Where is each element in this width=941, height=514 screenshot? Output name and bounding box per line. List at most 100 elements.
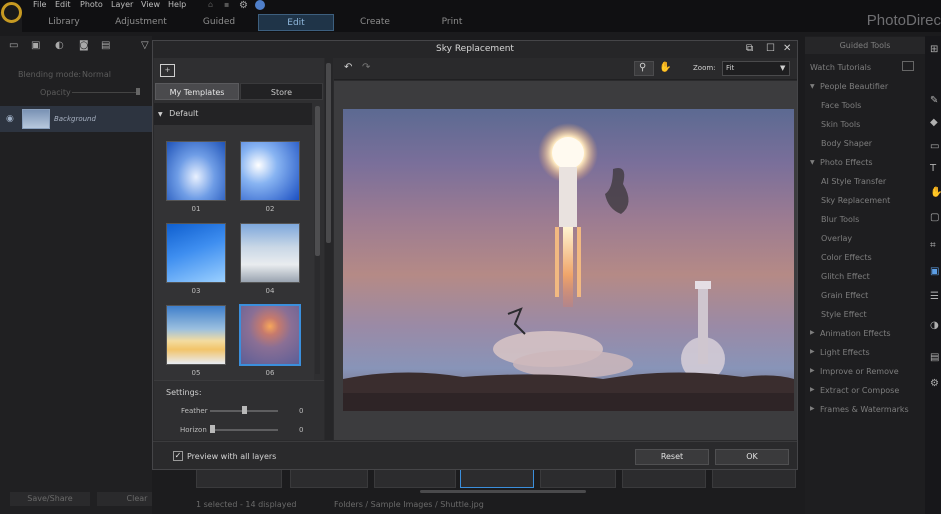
template-thumbnail[interactable]	[166, 223, 226, 283]
guided-tool-icon[interactable]: ▣	[930, 266, 939, 277]
tool-overlay[interactable]: Overlay	[821, 234, 852, 243]
template-thumbnail[interactable]	[166, 141, 226, 201]
home-icon[interactable]: ⌂	[208, 0, 213, 9]
tab-guided[interactable]: Guided	[194, 14, 244, 31]
adjust-icon[interactable]: ▤	[101, 40, 115, 51]
opacity-slider[interactable]	[72, 92, 140, 93]
close-icon[interactable]: ✕	[783, 43, 791, 54]
effect-icon[interactable]: ◑	[930, 320, 939, 331]
ok-button[interactable]: OK	[715, 449, 789, 465]
tab-my-templates[interactable]: My Templates	[155, 83, 239, 100]
feather-value: 0	[299, 407, 304, 415]
hand-tool-icon[interactable]: ✋	[930, 187, 941, 198]
tab-create[interactable]: Create	[350, 14, 400, 31]
category-frames-watermarks[interactable]: Frames & Watermarks	[820, 405, 909, 414]
category-animation-effects[interactable]: Animation Effects	[820, 329, 891, 338]
selection-icon[interactable]: ▢	[930, 212, 939, 223]
chevron-right-icon: ▶	[810, 348, 815, 355]
tutorial-video-icon[interactable]	[902, 61, 914, 71]
menu-layer[interactable]: Layer	[111, 0, 133, 9]
template-thumbnail[interactable]	[240, 141, 300, 201]
tool-face-tools[interactable]: Face Tools	[821, 101, 861, 110]
shape-icon[interactable]: ▭	[930, 141, 939, 152]
menu-edit[interactable]: Edit	[55, 0, 71, 9]
template-label: 03	[191, 287, 201, 295]
save-share-button[interactable]: Save/Share	[10, 492, 90, 506]
user-icon[interactable]	[255, 0, 265, 10]
tab-adjustment[interactable]: Adjustment	[108, 14, 174, 31]
category-light-effects[interactable]: Light Effects	[820, 348, 870, 357]
menu-help[interactable]: Help	[168, 0, 186, 9]
feather-slider-knob[interactable]	[242, 406, 247, 414]
tool-color-effects[interactable]: Color Effects	[821, 253, 872, 262]
menu-photo[interactable]: Photo	[80, 0, 103, 9]
shuttle-launch-image	[343, 123, 794, 411]
crop-icon[interactable]: ⌗	[930, 240, 936, 251]
template-group-name: Default	[169, 109, 199, 118]
watch-tutorials-link[interactable]: Watch Tutorials	[810, 63, 871, 72]
template-label: 01	[191, 205, 201, 213]
gear-icon[interactable]: ⚙	[239, 0, 248, 11]
new-layer-icon[interactable]: ▭	[9, 40, 23, 51]
template-group-header[interactable]: ▼ Default	[154, 103, 312, 125]
filmstrip-scrollbar[interactable]	[420, 490, 586, 493]
pane-scrollbar[interactable]	[325, 58, 333, 440]
tool-grain-effect[interactable]: Grain Effect	[821, 291, 868, 300]
horizon-slider[interactable]	[210, 429, 278, 431]
mask-icon[interactable]: ◐	[55, 40, 69, 51]
eraser-icon[interactable]: ◆	[930, 117, 938, 128]
magnifier-icon: ⚲	[639, 62, 647, 73]
template-thumbnail-selected[interactable]	[239, 304, 301, 366]
menu-view[interactable]: View	[141, 0, 160, 9]
tool-blur-tools[interactable]: Blur Tools	[821, 215, 859, 224]
preview-all-layers-label: Preview with all layers	[187, 452, 277, 461]
tool-sky-replacement[interactable]: Sky Replacement	[821, 196, 890, 205]
text-icon[interactable]: T	[930, 163, 936, 174]
layer-name: Background	[54, 115, 96, 123]
eye-icon[interactable]: ◉	[6, 114, 14, 124]
add-icon[interactable]: ⊞	[930, 44, 938, 55]
tool-style-effect[interactable]: Style Effect	[821, 310, 867, 319]
undo-icon[interactable]: ↶	[344, 62, 352, 73]
tab-store[interactable]: Store	[240, 83, 323, 100]
layers-icon[interactable]: ▤	[930, 352, 939, 363]
chevron-down-icon: ▼	[810, 159, 815, 166]
brush-icon[interactable]: ✎	[930, 95, 938, 106]
pin-icon[interactable]: ▪	[224, 0, 229, 9]
maximize-icon[interactable]: ☐	[766, 43, 775, 54]
tool-body-shaper[interactable]: Body Shaper	[821, 139, 872, 148]
preview-all-layers-checkbox[interactable]: ✓	[173, 451, 183, 461]
tab-print[interactable]: Print	[428, 14, 476, 31]
hand-icon[interactable]: ✋	[659, 62, 671, 73]
sliders-icon[interactable]: ☰	[930, 291, 939, 302]
category-improve-or-remove[interactable]: Improve or Remove	[820, 367, 899, 376]
pop-out-icon[interactable]: ⧉	[746, 43, 753, 54]
template-thumbnail[interactable]	[240, 223, 300, 283]
opacity-label: Opacity	[40, 88, 71, 97]
tool-glitch-effect[interactable]: Glitch Effect	[821, 272, 870, 281]
zoom-label: Zoom:	[693, 64, 716, 72]
tab-edit[interactable]: Edit	[258, 14, 334, 31]
frame-icon[interactable]: ◙	[79, 40, 93, 51]
preview-photo[interactable]	[343, 109, 794, 411]
opacity-knob[interactable]	[136, 88, 140, 95]
template-label: 04	[265, 287, 275, 295]
horizon-label: Horizon	[180, 426, 207, 434]
horizon-slider-knob[interactable]	[210, 425, 215, 433]
settings-gear-icon[interactable]: ⚙	[930, 378, 939, 389]
template-thumbnail[interactable]	[166, 305, 226, 365]
blending-mode-select[interactable]: Normal	[82, 70, 111, 79]
category-photo-effects[interactable]: Photo Effects	[820, 158, 873, 167]
tool-ai-style-transfer[interactable]: AI Style Transfer	[821, 177, 886, 186]
redo-icon[interactable]: ↷	[362, 62, 370, 73]
category-extract-or-compose[interactable]: Extract or Compose	[820, 386, 899, 395]
tab-library[interactable]: Library	[40, 14, 88, 31]
import-sky-icon[interactable]: +	[160, 64, 175, 77]
tool-skin-tools[interactable]: Skin Tools	[821, 120, 860, 129]
category-people-beautifier[interactable]: People Beautifier	[820, 82, 888, 91]
add-image-icon[interactable]: ▣	[31, 40, 45, 51]
template-scrollbar[interactable]	[315, 106, 320, 374]
template-label: 05	[191, 369, 201, 377]
menu-file[interactable]: File	[33, 0, 46, 9]
reset-button[interactable]: Reset	[635, 449, 709, 465]
